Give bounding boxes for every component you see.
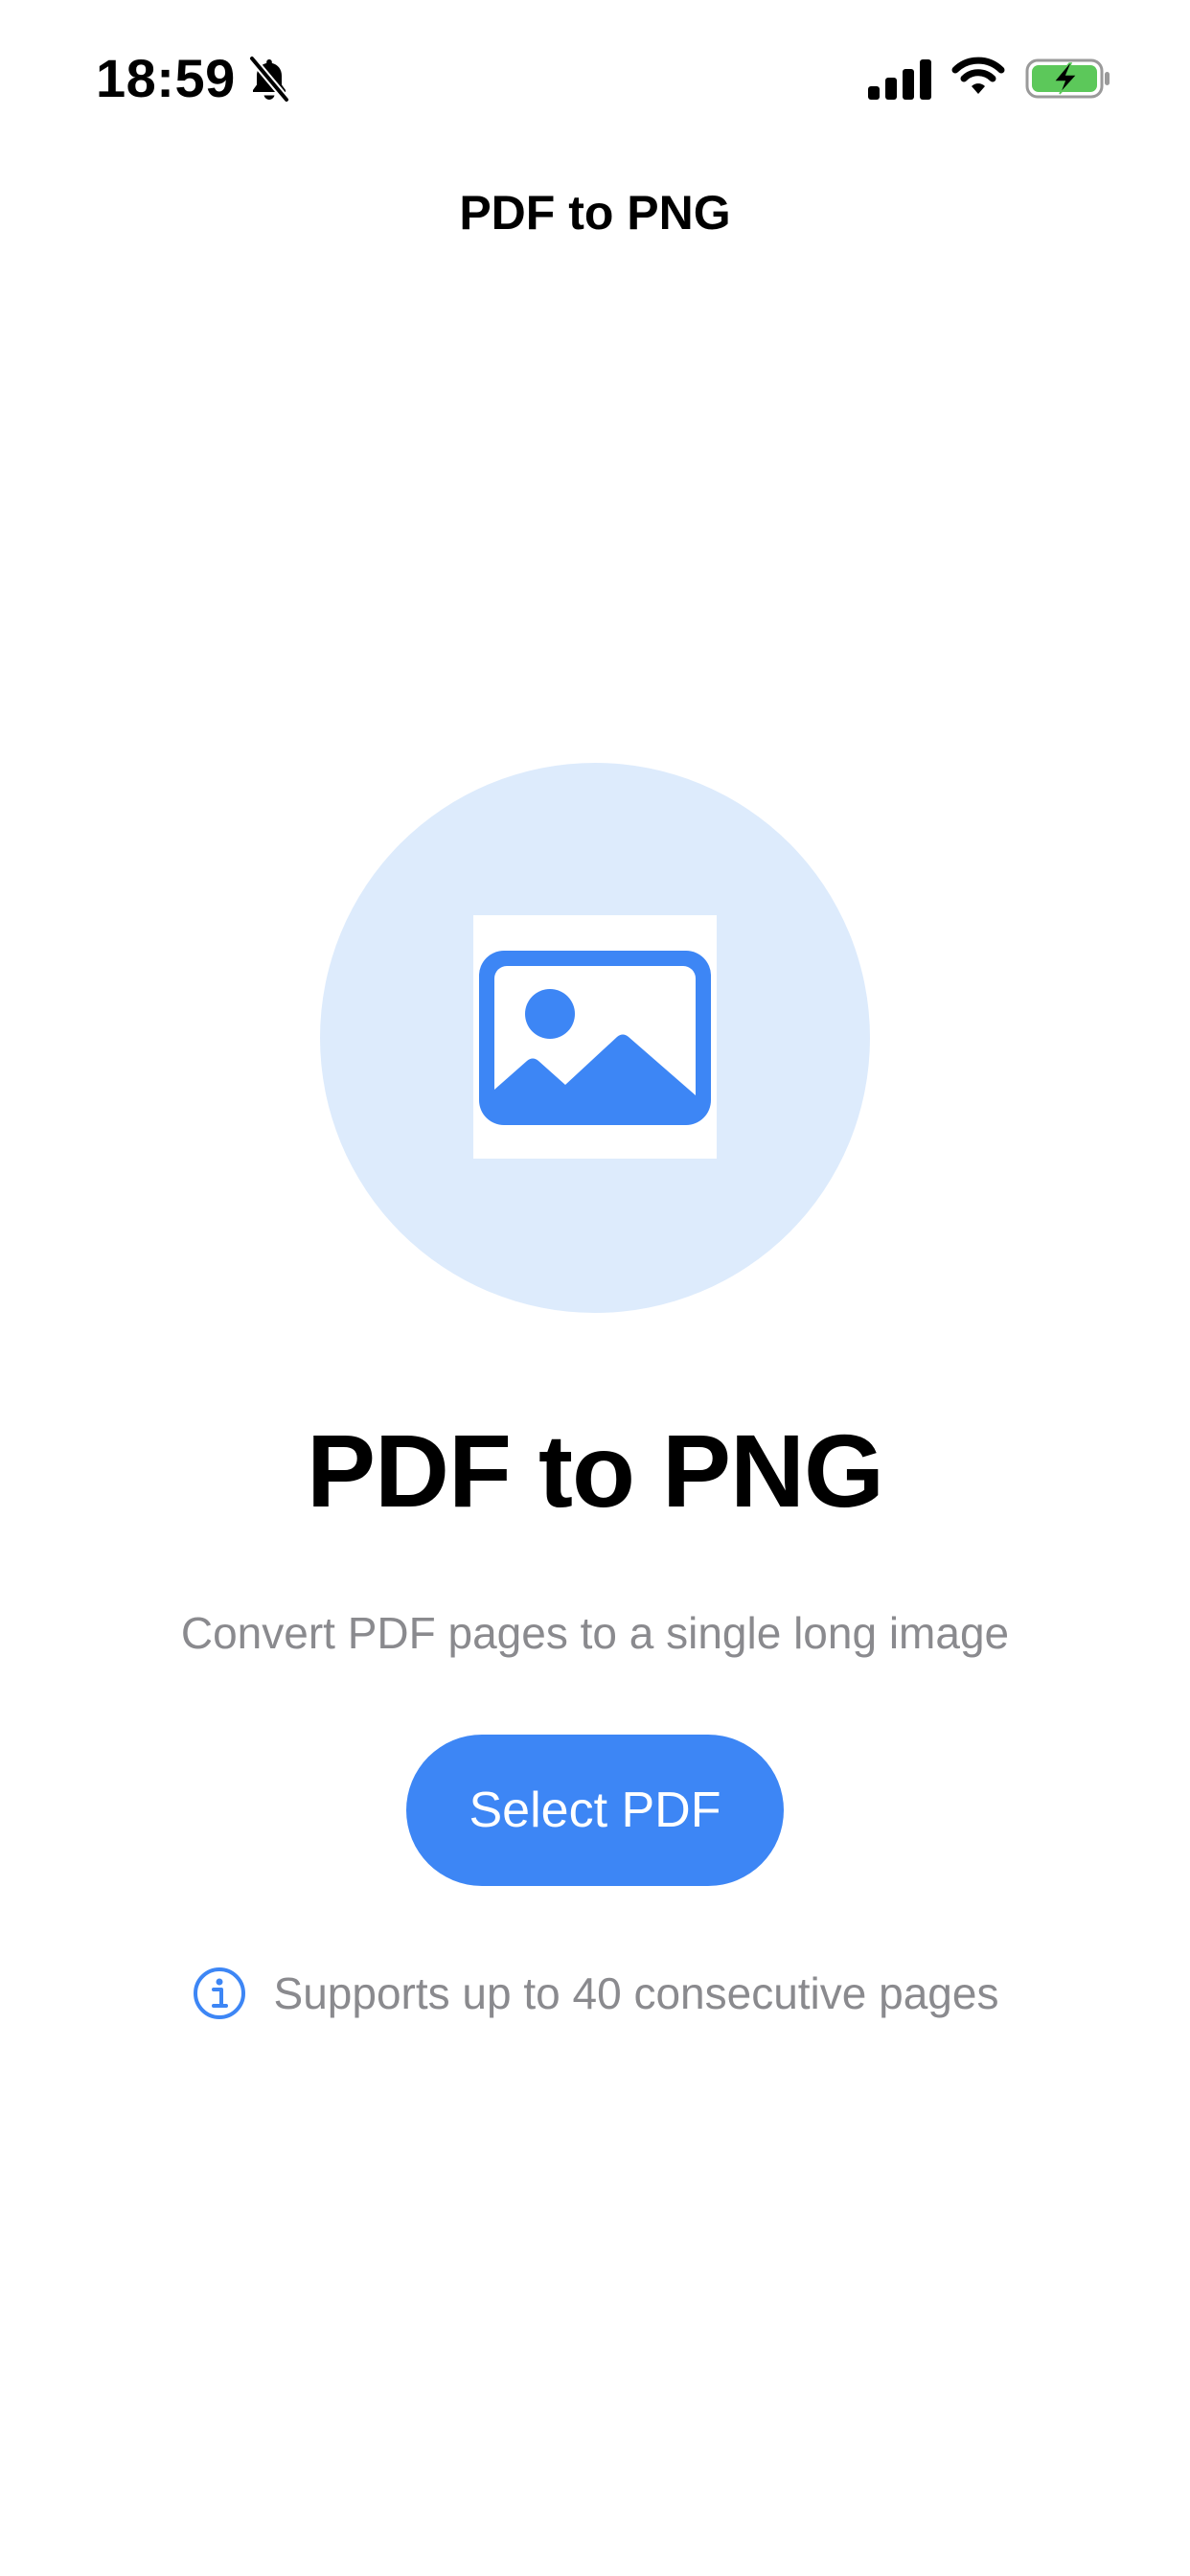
select-pdf-button[interactable]: Select PDF (406, 1735, 784, 1886)
headline: PDF to PNG (307, 1413, 884, 1529)
pdf-to-png-screen: 18:59 PDF to PNG PDF to PNG Convert PDF … (0, 0, 1190, 2576)
info-circle-icon (192, 1966, 247, 2021)
bell-slash-icon (247, 56, 291, 104)
status-bar: 18:59 (0, 0, 1190, 153)
nav-title: PDF to PNG (459, 186, 731, 240)
subtitle: Convert PDF pages to a single long image (180, 1608, 1010, 1658)
status-time: 18:59 (96, 48, 236, 108)
cellular-signal-icon (868, 59, 931, 100)
info-note: Supports up to 40 consecutive pages (0, 1955, 1190, 2032)
wifi-icon (950, 56, 1006, 100)
battery-charging-icon (1025, 58, 1111, 100)
info-text: Supports up to 40 consecutive pages (273, 1968, 999, 2018)
photo-icon (473, 915, 717, 1159)
